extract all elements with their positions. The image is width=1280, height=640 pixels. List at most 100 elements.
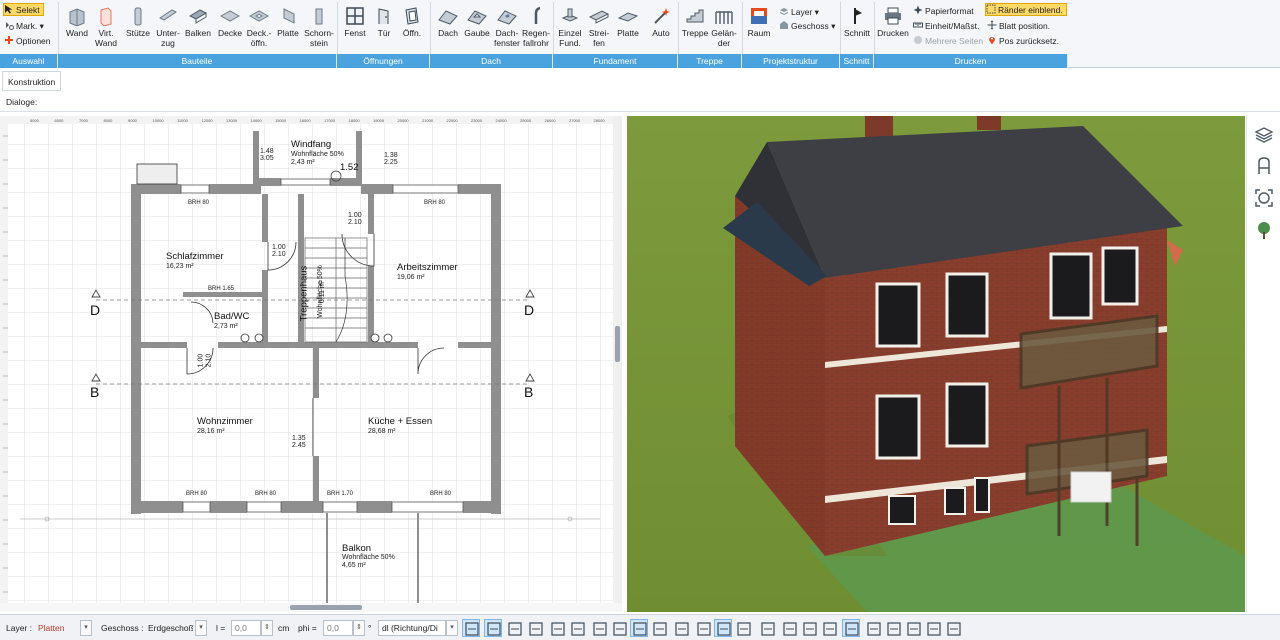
blatt-positionieren-button[interactable]: Blatt position.: [987, 20, 1050, 33]
length-input[interactable]: 0,0: [231, 620, 261, 636]
optionen-button[interactable]: Optionen: [4, 35, 51, 48]
mark-button[interactable]: Mark. ▾: [4, 20, 44, 33]
layer-status-value[interactable]: Platten: [34, 620, 80, 636]
line-icon[interactable]: [526, 619, 544, 637]
layer-dropdown-arrow[interactable]: ▾: [80, 620, 92, 636]
text-icon[interactable]: [568, 619, 586, 637]
columns-icon[interactable]: [864, 619, 882, 637]
pos-zuruecksetzen-button[interactable]: Pos zurücksetz.: [987, 35, 1059, 48]
scroll-thumb[interactable]: [290, 605, 362, 610]
phi-input[interactable]: 0,0: [323, 620, 353, 636]
auto-button[interactable]: Auto: [647, 2, 675, 54]
direction-dropdown-arrow[interactable]: ▾: [446, 620, 458, 636]
length-stepper[interactable]: ⇕: [261, 620, 273, 636]
geschoss-dropdown[interactable]: Geschoss ▾: [779, 20, 835, 33]
virt-wand-button[interactable]: Virt. Wand: [93, 2, 119, 54]
tree-icon[interactable]: [1254, 220, 1274, 240]
raender-einblenden-button[interactable]: Ränder einblend.: [985, 3, 1067, 16]
floor-plan-view[interactable]: 5000 6000 7000 8000 9000 10000 11000 12000 13000…: [0, 116, 622, 612]
papierformat-button[interactable]: Papierformat: [913, 5, 974, 18]
dachfenster-button[interactable]: Dach-fenster: [492, 2, 522, 54]
snap-icon[interactable]: [610, 619, 628, 637]
group-schnitt: Schnitt: [840, 54, 874, 68]
room-treppenhaus-name: Treppenhaus: [298, 265, 310, 322]
ruler-tick-label: 15000: [275, 118, 287, 123]
streifenfundament-button[interactable]: Strei-fen: [586, 2, 612, 54]
pos-zurueck-label: Pos zurücksetz.: [999, 36, 1059, 46]
table-icon[interactable]: [924, 619, 942, 637]
draw-icon[interactable]: [462, 619, 480, 637]
unterzug-button[interactable]: Unter-zug: [153, 2, 183, 54]
fenster-button[interactable]: Fenst: [341, 2, 369, 54]
phi-stepper[interactable]: ⇕: [353, 620, 365, 636]
dimension-icon[interactable]: [590, 619, 608, 637]
stuetze-button[interactable]: Stütze: [124, 2, 152, 54]
wand-button[interactable]: Wand: [62, 2, 92, 54]
dim-label: 2.10: [348, 219, 362, 226]
view3d-icon[interactable]: [714, 619, 732, 637]
schnitt-button[interactable]: Schnitt: [842, 2, 872, 54]
tab-konstruktion[interactable]: Konstruktion: [2, 71, 62, 91]
link-icon[interactable]: [672, 619, 690, 637]
layer-view-icon[interactable]: [650, 619, 668, 637]
layer-dropdown[interactable]: Layer ▾: [779, 6, 819, 19]
room-balkon-value: 4,65 m²: [342, 562, 366, 569]
page-icon[interactable]: [842, 619, 860, 637]
gaube-button[interactable]: Gaube: [463, 2, 491, 54]
print-preview-icon[interactable]: [884, 619, 902, 637]
north-icon[interactable]: [734, 619, 752, 637]
decke-button[interactable]: Decke: [216, 2, 244, 54]
brh-label: BRH 80: [430, 491, 452, 497]
length-label: l =: [216, 623, 226, 633]
layers-icon[interactable]: [1254, 124, 1274, 144]
railing-icon: [715, 11, 733, 24]
fundamentplatte-button[interactable]: Platte: [614, 2, 642, 54]
tuer-label: Tür: [377, 28, 391, 38]
regenfallrohr-button[interactable]: Regen-fallrohr: [522, 2, 550, 54]
oeffnung-button[interactable]: Öffn.: [398, 2, 426, 54]
app-window: Selekt Mark. ▾ Optionen Wand Virt. Wand S…: [0, 0, 1280, 640]
direction-mode-select[interactable]: dl (Richtung/Di: [378, 620, 446, 636]
plan-drawing: 5000 6000 7000 8000 9000 10000 11000 12000 13000…: [0, 116, 622, 612]
furniture-icon[interactable]: [1254, 156, 1274, 176]
focus-icon[interactable]: [1254, 188, 1274, 208]
drucken-button[interactable]: Drucken: [877, 2, 909, 54]
3d-view[interactable]: [627, 116, 1245, 612]
fill-icon[interactable]: [505, 619, 523, 637]
section-mark-b-right: B: [524, 384, 534, 400]
scroll-thumb[interactable]: [615, 326, 620, 362]
mehrere-seiten-button[interactable]: Mehrere Seiten: [913, 35, 983, 48]
room-balkon-area: Wohnfläche 50%: [342, 554, 395, 561]
gelaender-button[interactable]: Gelän-der: [710, 2, 738, 54]
einheit-massstab-button[interactable]: Einheit/Maßst.: [913, 20, 979, 33]
phi-label: phi =: [298, 623, 317, 633]
export-icon[interactable]: [904, 619, 922, 637]
balken-button[interactable]: Balken: [184, 2, 212, 54]
raum-button[interactable]: Raum: [745, 2, 773, 54]
plus-icon: [4, 35, 14, 45]
wall-icon: [69, 8, 85, 26]
deckoeffn-button[interactable]: Deck.- öffn.: [245, 2, 273, 54]
platte-button[interactable]: Platte: [274, 2, 302, 54]
einzelfundament-button[interactable]: Einzel Fund.: [556, 2, 584, 54]
hatch-icon[interactable]: [548, 619, 566, 637]
group-dach: Dach: [430, 54, 553, 68]
zoom-icon[interactable]: [630, 619, 648, 637]
plan-vertical-scrollbar[interactable]: [613, 116, 622, 612]
geschoss-status-value[interactable]: Erdgeschoß: [144, 620, 194, 636]
geschoss-dropdown-arrow[interactable]: ▾: [195, 620, 207, 636]
dach-button[interactable]: Dach: [434, 2, 462, 54]
pen-icon[interactable]: [484, 619, 502, 637]
grid-icon[interactable]: [820, 619, 838, 637]
selekt-button[interactable]: Selekt: [3, 3, 44, 16]
plan-horizontal-scrollbar[interactable]: [0, 603, 622, 612]
window-tile-icon[interactable]: [780, 619, 798, 637]
blatt-position-label: Blatt position.: [999, 21, 1051, 31]
fullscreen-icon[interactable]: [944, 619, 962, 637]
blueprint-icon[interactable]: [694, 619, 712, 637]
tuer-button[interactable]: Tür: [371, 2, 397, 54]
schornstein-button[interactable]: Schorn-stein: [303, 2, 335, 54]
treppe-button[interactable]: Treppe: [681, 2, 709, 54]
marker-icon[interactable]: [758, 619, 776, 637]
frame-icon[interactable]: [800, 619, 818, 637]
